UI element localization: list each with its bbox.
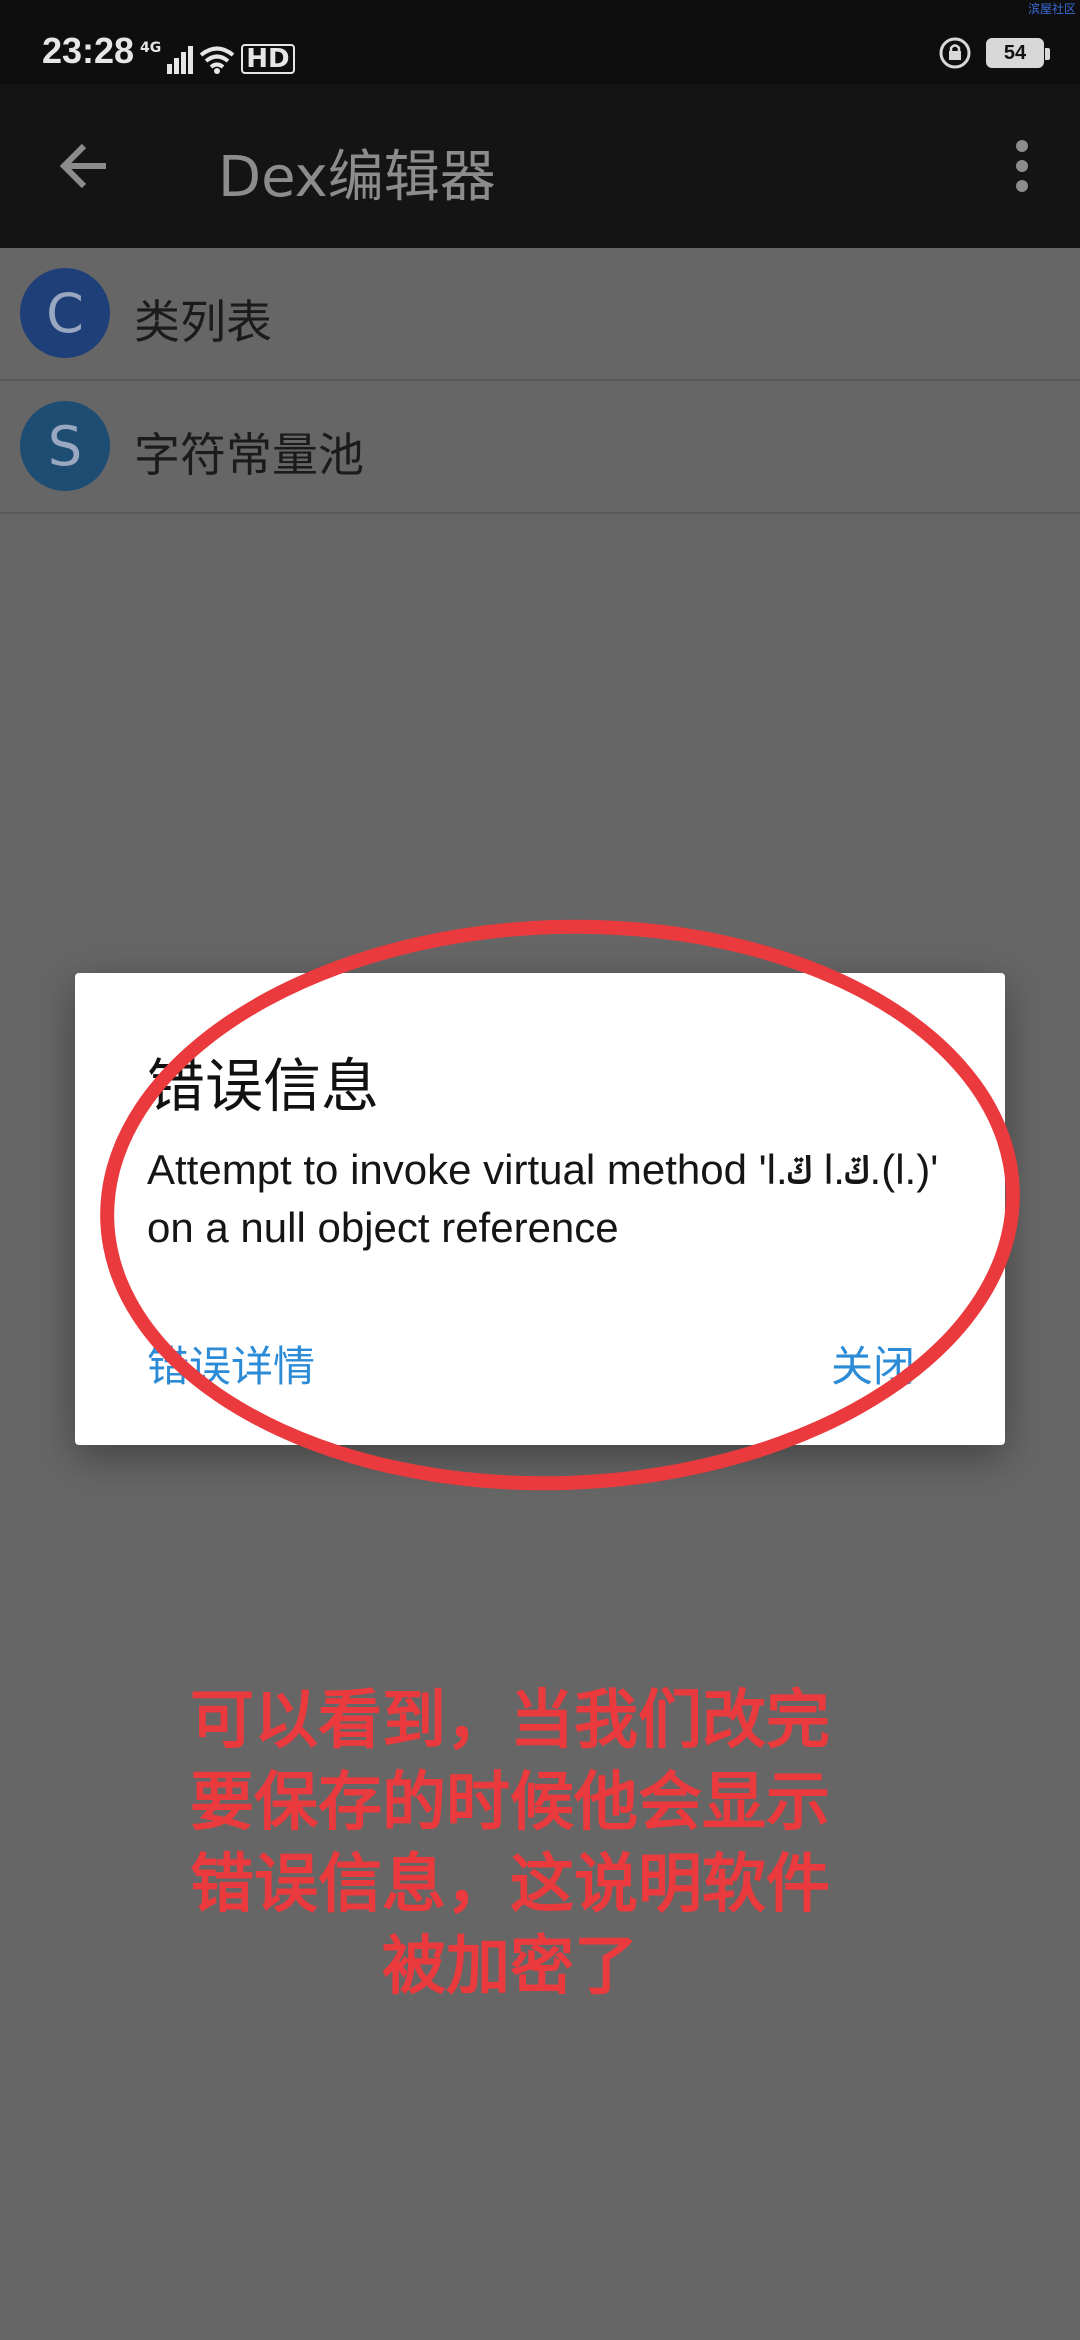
close-button[interactable]: 关闭 xyxy=(831,1333,915,1394)
dex-list: C 类列表 S 字符常量池 xyxy=(0,248,1080,514)
error-details-button[interactable]: 错误详情 xyxy=(147,1333,315,1394)
back-button[interactable] xyxy=(50,132,118,200)
status-icons: 4G HD xyxy=(140,34,295,74)
list-item-label: 类列表 xyxy=(134,295,272,349)
status-icons-right: 54 xyxy=(938,36,1050,70)
more-vert-icon xyxy=(1016,140,1028,192)
status-bar: 23:28 4G HD 54 滨屋社区 xyxy=(0,0,1080,84)
annotation-line: 可以看到，当我们改完 xyxy=(190,1684,830,1758)
network-type-label: 4G xyxy=(140,40,162,56)
rotation-lock-icon xyxy=(939,37,971,69)
watermark: 滨屋社区 xyxy=(1027,2,1076,16)
avatar: C xyxy=(20,268,110,358)
arrow-left-icon xyxy=(59,143,106,189)
annotation-text: 可以看到，当我们改完 要保存的时候他会显示 错误信息，这说明软件 被加密了 xyxy=(150,1680,870,2008)
signal-icon xyxy=(167,46,194,74)
dialog-title: 错误信息 xyxy=(147,1052,380,1120)
hd-badge: HD xyxy=(241,44,295,74)
page-title: Dex编辑器 xyxy=(218,145,496,210)
annotation-line: 错误信息，这说明软件 xyxy=(190,1848,830,1922)
more-options-button[interactable] xyxy=(992,134,1052,198)
battery-level: 54 xyxy=(1003,41,1027,64)
list-item-class-list[interactable]: C 类列表 xyxy=(0,248,1080,381)
wifi-icon xyxy=(199,46,235,74)
annotation-line: 要保存的时候他会显示 xyxy=(190,1766,830,1840)
error-dialog: 错误信息 Attempt to invoke virtual method 'l… xyxy=(75,973,1005,1445)
app-toolbar: Dex编辑器 xyxy=(0,84,1080,248)
list-item-label: 字符常量池 xyxy=(134,428,364,482)
status-time: 23:28 xyxy=(42,30,135,71)
avatar: S xyxy=(20,401,110,491)
annotation-line: 被加密了 xyxy=(382,1930,638,2004)
list-item-string-pool[interactable]: S 字符常量池 xyxy=(0,381,1080,514)
battery-icon: 54 xyxy=(986,38,1050,68)
dialog-message: Attempt to invoke virtual method 'l.ݿ l.… xyxy=(147,1146,939,1251)
